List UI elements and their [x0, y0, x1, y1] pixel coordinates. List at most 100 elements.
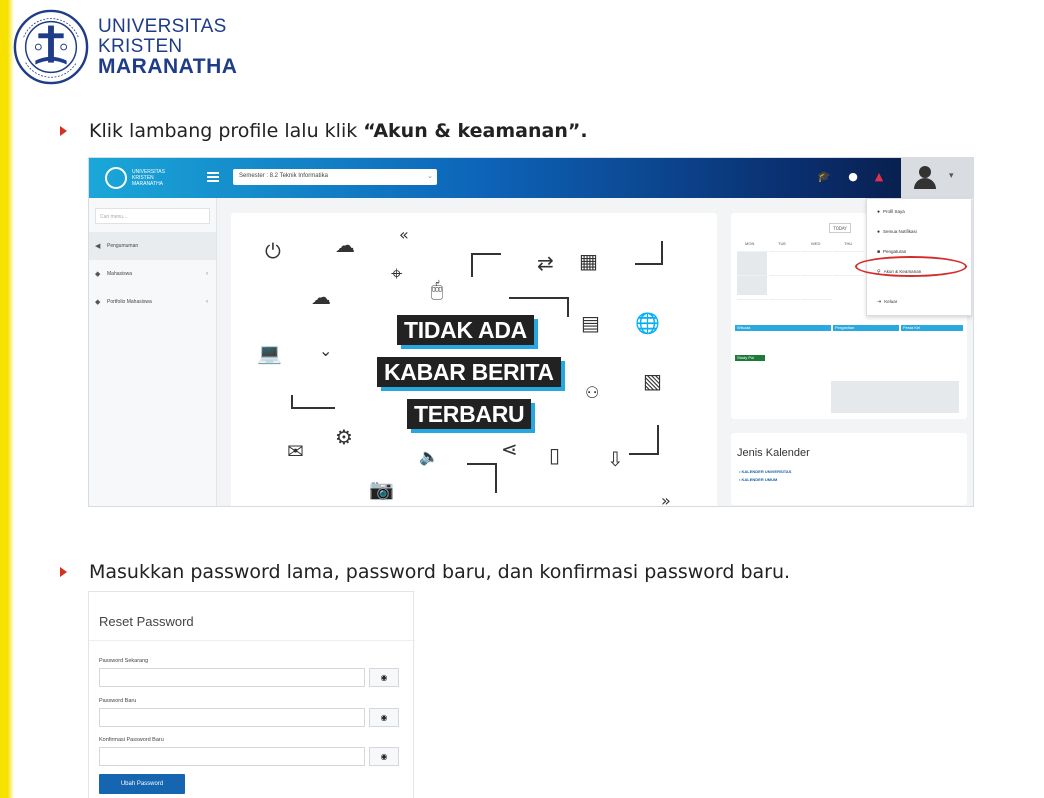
calendar-day-header: WED [811, 241, 821, 246]
sidebar-search-input[interactable]: Cari menu... [95, 208, 210, 224]
new-password-input[interactable] [99, 708, 365, 727]
step-2-text: Masukkan password lama, password baru, d… [89, 561, 791, 583]
portal-logo-line: MARANATHA [132, 181, 164, 187]
avatar-body [914, 178, 936, 189]
semester-select-value: Semester : 8.2 Teknik Informatika [239, 173, 328, 179]
power-icon: ⏻ [265, 239, 281, 263]
step-1-text: Klik lambang profile lalu klik [89, 120, 364, 142]
calendar-day-header: THU [844, 241, 853, 246]
news-banner-line-1: TIDAK ADA [397, 315, 534, 345]
confirm-password-label: Konfirmasi Password Baru [99, 737, 164, 743]
reset-password-title: Reset Password [99, 614, 194, 629]
calendar-day-cell[interactable] [769, 299, 800, 321]
circuit-line [629, 425, 659, 455]
portal-screenshot: UNIVERSITAS KRISTEN MARANATHA Semester :… [88, 157, 974, 507]
sidebar-item-pengumuman[interactable]: ◀ Pengumuman [89, 232, 216, 260]
hamburger-menu-icon[interactable] [207, 172, 219, 182]
today-button[interactable]: TODAY [829, 223, 851, 233]
calendar-day-cell[interactable] [801, 275, 832, 297]
calendar-type-title: Jenis Kalender [737, 447, 810, 459]
circuit-line [467, 463, 497, 493]
calendar-event[interactable]: Study Pol [735, 355, 765, 361]
gears-icon: ⚙ [335, 425, 353, 449]
calendar-day-cell[interactable] [801, 299, 832, 321]
sidebar-item-portfolio[interactable]: ◆ Portfolio Mahasiswa ‹ [89, 288, 216, 316]
chevrons-left-icon: « [399, 225, 409, 244]
graduation-cap-icon[interactable]: 🎓 [817, 171, 831, 183]
calendar-event[interactable]: Wisuda [735, 325, 831, 331]
menu-item-pengaturan[interactable]: ■ Pengaturan [877, 249, 906, 255]
logout-icon: ⇥ [877, 299, 882, 305]
profile-avatar-button[interactable]: ▾ [901, 158, 973, 198]
menu-item-notifikasi[interactable]: ● Semua Notifikasi [877, 229, 917, 235]
eye-icon[interactable]: ◉ [369, 708, 399, 727]
semester-select[interactable]: Semester : 8.2 Teknik Informatika ⌄ [233, 169, 437, 185]
news-banner-line-2: KABAR BERITA [377, 357, 561, 387]
user-icon: ● [877, 209, 881, 215]
calendar-day-cell[interactable] [737, 299, 768, 321]
calendar-day-cell[interactable] [737, 275, 768, 297]
location-pin-icon: ⌖ [391, 261, 403, 285]
mail-icon: ✉ [287, 439, 304, 463]
gear-icon: ■ [877, 249, 881, 255]
calendar-future-days [831, 381, 959, 413]
triangle-bullet-icon [60, 126, 67, 136]
chevron-down-icon: ▾ [949, 171, 954, 181]
chevron-down-icon: ⌄ [427, 173, 433, 180]
cloud-upload-icon: ☁ [311, 285, 331, 309]
share-icon: ⋖ [501, 437, 518, 461]
highlight-ring [855, 256, 967, 277]
university-logo: UNIVERSITAS KRISTEN MARANATHA [12, 8, 237, 86]
calendar-event[interactable]: Pesta Kel [901, 325, 963, 331]
globe-icon: 🌐 [635, 311, 660, 335]
help-icon[interactable]: ● [847, 171, 859, 183]
calendar-day-header: MON [745, 241, 755, 246]
calendar-event[interactable]: Pergantian [833, 325, 899, 331]
current-password-label: Password Sekarang [99, 658, 149, 664]
news-banner-line-3: TERBARU [407, 399, 532, 429]
calendar-day-cell[interactable] [801, 251, 832, 273]
logo-line-2: KRISTEN [98, 36, 183, 57]
sidebar-item-mahasiswa[interactable]: ◆ Mahasiswa ‹ [89, 260, 216, 288]
sidebar-item-label: Mahasiswa [107, 271, 133, 277]
camera-icon: 📷 [369, 477, 394, 501]
portal-logo[interactable]: UNIVERSITAS KRISTEN MARANATHA [105, 164, 195, 192]
phone-icon: ▯ [549, 443, 561, 467]
yellow-side-stripe [0, 0, 14, 798]
portal-topbar: UNIVERSITAS KRISTEN MARANATHA Semester :… [89, 158, 973, 198]
portal-seal-icon [105, 167, 127, 189]
notification-icon[interactable]: ▲ [873, 171, 885, 183]
eye-icon[interactable]: ◉ [369, 747, 399, 766]
avatar-head [919, 166, 931, 178]
eye-icon[interactable]: ◉ [369, 668, 399, 687]
sidebar-item-label: Portfolio Mahasiswa [107, 299, 152, 305]
calendar-type-item[interactable]: • KALENDER UMUM [739, 477, 777, 482]
chat-icon: ▤ [581, 311, 600, 335]
calendar-day-cell[interactable] [833, 275, 864, 297]
chevrons-down-icon: ⌄ [319, 341, 333, 360]
bell-icon: ● [877, 229, 881, 235]
calendar-day-cell[interactable] [769, 251, 800, 273]
grad-cap-icon: ◆ [95, 299, 101, 306]
calendar-day-cell[interactable] [769, 275, 800, 297]
step-1-quote-close: ”. [567, 120, 588, 142]
portal-sidebar: Cari menu... ◀ Pengumuman ◆ Mahasiswa ‹ … [89, 198, 217, 506]
swap-icon: ⇄ [537, 251, 554, 275]
new-password-label: Password Baru [99, 698, 137, 704]
chevrons-right-icon: » [661, 491, 671, 507]
search-placeholder: Cari menu... [100, 214, 128, 220]
current-password-input[interactable] [99, 668, 365, 687]
university-name: UNIVERSITAS KRISTEN MARANATHA [98, 17, 237, 78]
change-password-button[interactable]: Ubah Password [99, 774, 185, 794]
download-icon: ⇩ [607, 447, 624, 471]
menu-item-profil-saya[interactable]: ● Profil Saya [877, 209, 905, 215]
confirm-password-input[interactable] [99, 747, 365, 766]
calendar-type-item[interactable]: • KALENDER UNIVERSITAS [739, 469, 791, 474]
cloud-icon: ☁ [335, 233, 355, 257]
chevron-left-icon: ‹ [206, 299, 208, 305]
university-seal-icon [13, 9, 89, 85]
calendar-day-cell[interactable] [737, 251, 768, 273]
menu-item-keluar[interactable]: ⇥ Keluar [877, 299, 897, 305]
circuit-line [635, 241, 663, 265]
grad-cap-icon: ◆ [95, 271, 101, 278]
